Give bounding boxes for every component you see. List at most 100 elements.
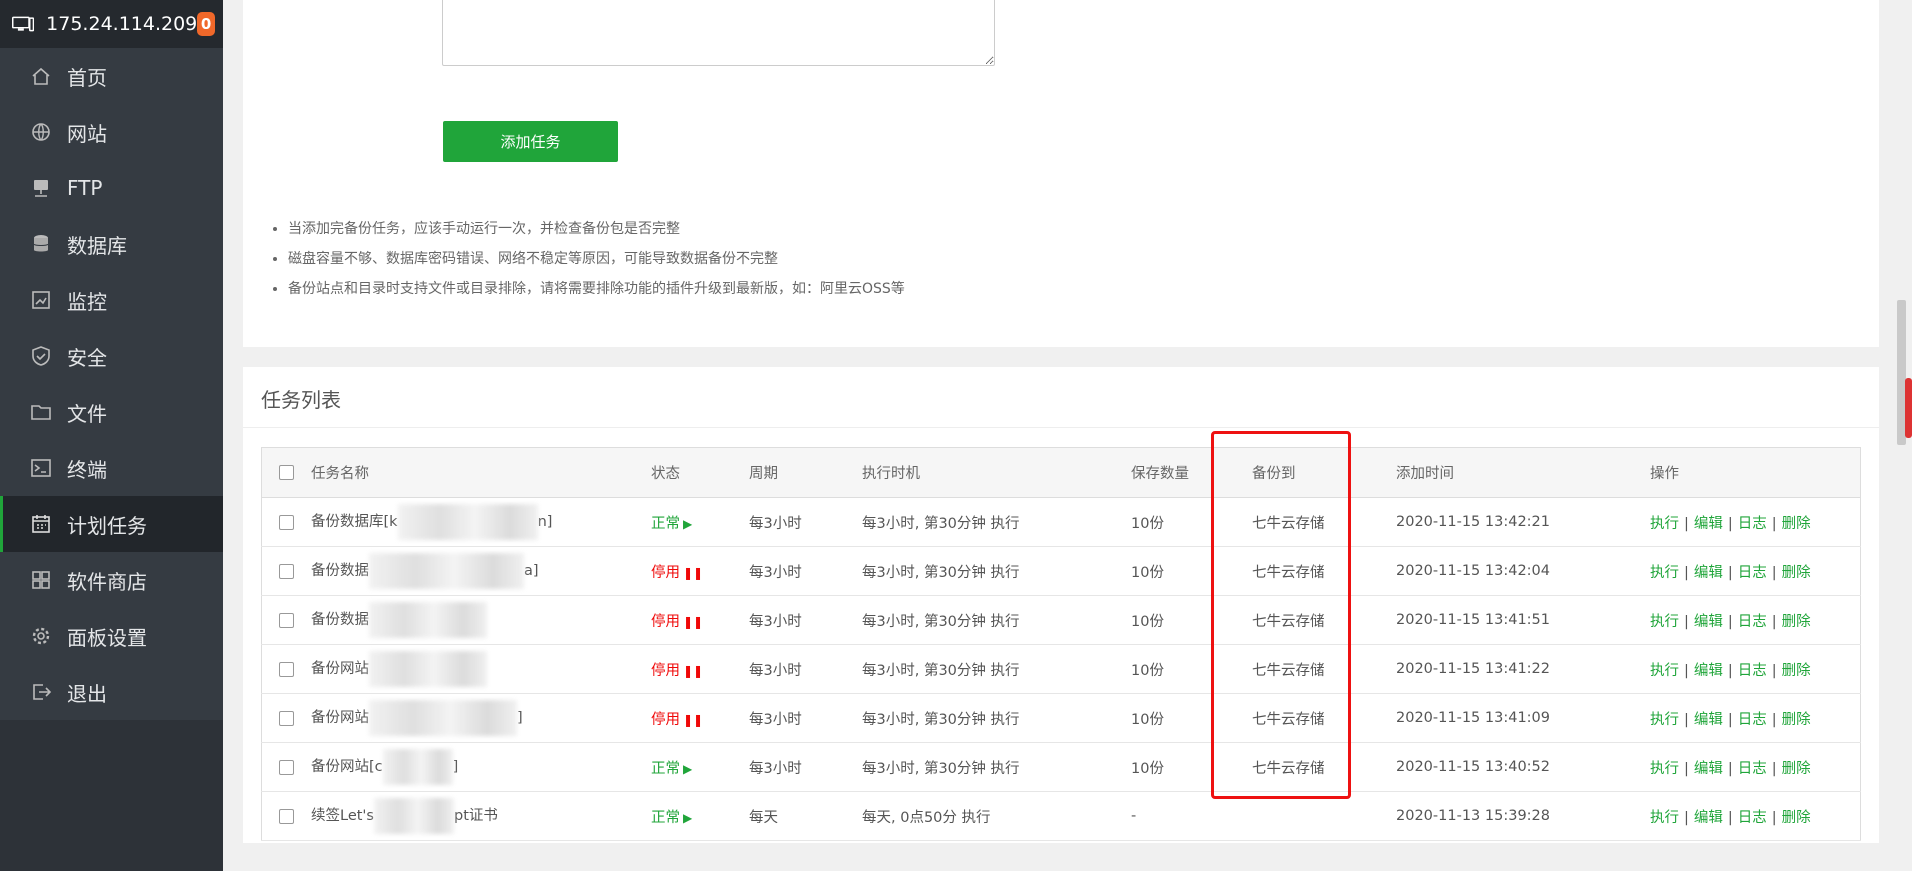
delete-link[interactable]: 删除 [1782,565,1811,581]
task-status[interactable]: 停用 ❚❚ [650,595,748,645]
sidebar-item-12[interactable]: 退出 [0,664,223,720]
separator: | [1727,711,1733,728]
sidebar-item-label: 网站 [67,121,107,146]
separator: | [1771,515,1777,532]
row-checkbox[interactable] [278,759,294,775]
row-checkbox[interactable] [278,808,294,824]
task-cycle: 每3小时 [748,742,861,792]
log-link[interactable]: 日志 [1738,516,1767,532]
separator: | [1771,711,1777,728]
separator: | [1727,662,1733,679]
separator: | [1684,564,1689,581]
row-checkbox[interactable] [278,563,294,579]
delete-link[interactable]: 删除 [1782,712,1811,728]
delete-link[interactable]: 删除 [1782,614,1811,630]
sidebar-item-11[interactable]: 面板设置 [0,608,223,664]
sidebar-item-7[interactable]: 文件 [0,384,223,440]
edit-link[interactable]: 编辑 [1694,663,1723,679]
delete-link[interactable]: 删除 [1782,663,1811,679]
select-all-checkbox[interactable] [278,465,294,480]
row-checkbox[interactable] [278,710,294,726]
row-checkbox[interactable] [278,661,294,677]
task-when: 每天, 0点50分 执行 [861,791,1130,841]
log-link[interactable]: 日志 [1738,761,1767,777]
log-link[interactable]: 日志 [1738,712,1767,728]
task-status[interactable]: 正常 ▶ [650,742,748,792]
pause-icon: ❚❚ [683,663,704,678]
delete-link[interactable]: 删除 [1782,516,1811,532]
sidebar-item-3[interactable]: FTP [0,160,223,216]
folder-icon [31,405,51,420]
edit-link[interactable]: 编辑 [1694,761,1723,777]
sidebar-item-label: 退出 [67,681,107,706]
row-checkbox[interactable] [278,612,294,628]
sidebar-item-2[interactable]: 网站 [0,104,223,160]
play-icon: ▶ [683,516,693,531]
task-actions: 执行 | 编辑 | 日志 | 删除 [1649,497,1861,547]
edit-link[interactable]: 编辑 [1694,810,1723,826]
edit-link[interactable]: 编辑 [1694,516,1723,532]
task-status[interactable]: 停用 ❚❚ [650,693,748,743]
row-checkbox[interactable] [278,514,294,530]
log-link[interactable]: 日志 [1738,614,1767,630]
separator: | [1771,662,1777,679]
ftp-icon [34,180,48,197]
add-task-button[interactable]: 添加任务 [443,121,618,162]
sidebar-item-label: 安全 [67,345,107,370]
run-link[interactable]: 执行 [1650,810,1679,826]
run-link[interactable]: 执行 [1650,712,1679,728]
sidebar-item-9[interactable]: 计划任务 [0,496,223,552]
run-link[interactable]: 执行 [1650,565,1679,581]
status-label: 停用 [651,613,680,630]
task-status[interactable]: 停用 ❚❚ [650,546,748,596]
script-textarea[interactable] [442,0,995,66]
separator: | [1684,515,1689,532]
logout-icon [33,684,52,700]
run-link[interactable]: 执行 [1650,614,1679,630]
task-status[interactable]: 正常 ▶ [650,791,748,841]
task-list-title: 任务列表 [261,388,341,412]
sidebar-item-8[interactable]: 终端 [0,440,223,496]
sidebar-item-1[interactable]: 首页 [0,48,223,104]
log-link[interactable]: 日志 [1738,565,1767,581]
edit-link[interactable]: 编辑 [1694,712,1723,728]
delete-link[interactable]: 删除 [1782,810,1811,826]
log-link[interactable]: 日志 [1738,810,1767,826]
run-link[interactable]: 执行 [1650,516,1679,532]
col-status: 状态 [650,447,748,498]
separator: | [1771,564,1777,581]
task-name: 备份数据 a] [310,546,650,596]
table-header-row: 任务名称 状态 周期 执行时机 保存数量 备份到 添加时间 操作 [261,447,1861,498]
sidebar-item-5[interactable]: 监控 [0,272,223,328]
pause-icon: ❚❚ [683,712,704,727]
server-header[interactable]: 175.24.114.209 0 [0,0,223,48]
table-row: 备份网站] 停用 ❚❚ 每3小时 每3小时, 第30分钟 执行 10份 七牛云存储 2020-… [261,693,1861,743]
task-name-tail: a] [524,563,539,579]
task-when: 每3小时, 第30分钟 执行 [861,595,1130,645]
sidebar-item-label: 数据库 [67,233,127,258]
task-name: 备份数据 [310,595,650,645]
pause-icon: ❚❚ [683,565,704,580]
task-added: 2020-11-15 13:41:22 [1395,644,1649,694]
sidebar-menu: 首页网站 FTP 数据库监控安全文件 终端 计划任务 软件商店 面板设置退出 [0,48,223,720]
sidebar-item-4[interactable]: 数据库 [0,216,223,272]
task-name-tail: ] [517,710,523,726]
sidebar-item-10[interactable]: 软件商店 [0,552,223,608]
run-link[interactable]: 执行 [1650,663,1679,679]
task-status[interactable]: 停用 ❚❚ [650,644,748,694]
tip-item: 磁盘容量不够、数据库密码错误、网络不稳定等原因，可能导致数据备份不完整 [288,248,905,278]
pause-icon: ❚❚ [683,614,704,629]
log-link[interactable]: 日志 [1738,663,1767,679]
delete-link[interactable]: 删除 [1782,761,1811,777]
sidebar-item-6[interactable]: 安全 [0,328,223,384]
run-link[interactable]: 执行 [1650,761,1679,777]
edit-link[interactable]: 编辑 [1694,614,1723,630]
gear-icon [32,627,50,645]
database-icon [33,235,49,252]
task-status[interactable]: 正常 ▶ [650,497,748,547]
edit-link[interactable]: 编辑 [1694,565,1723,581]
notification-badge[interactable]: 0 [197,12,215,36]
globe-icon [32,123,50,141]
task-added: 2020-11-15 13:40:52 [1395,742,1649,792]
task-actions: 执行 | 编辑 | 日志 | 删除 [1649,742,1861,792]
